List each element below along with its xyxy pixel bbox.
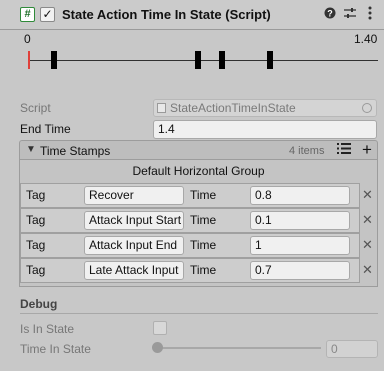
more-icon[interactable] [362, 6, 378, 24]
script-value: StateActionTimeInState [170, 101, 296, 115]
component-header[interactable]: # ✓ State Action Time In State (Script) … [0, 0, 384, 30]
tag-label: Tag [26, 263, 46, 277]
timeline-marker[interactable] [195, 51, 201, 69]
time-stamps-title: Time Stamps [40, 144, 111, 158]
enabled-checkbox[interactable]: ✓ [40, 7, 55, 22]
time-label: Time [190, 238, 217, 252]
time-label: Time [190, 263, 217, 277]
list-item: Tag Late Attack Input Time 0.7 ✕ [20, 258, 377, 283]
script-field[interactable]: StateActionTimeInState [153, 99, 377, 117]
time-in-state-label: Time In State [20, 342, 91, 356]
end-time-input[interactable]: 1.4 [153, 120, 377, 139]
time-in-state-slider-thumb [152, 342, 163, 353]
tag-input[interactable]: Late Attack Input [84, 261, 184, 280]
timeline-start-marker [28, 51, 30, 69]
remove-item-icon[interactable]: ✕ [362, 187, 373, 203]
add-item-icon[interactable]: + [358, 141, 376, 159]
list-item: Tag Attack Input End Time 1 ✕ [20, 233, 377, 258]
timeline-marker[interactable] [51, 51, 57, 69]
tag-label: Tag [26, 213, 46, 227]
remove-item-icon[interactable]: ✕ [362, 262, 373, 278]
timeline-end-label: 1.40 [354, 32, 378, 46]
time-stamps-header[interactable]: ▼ Time Stamps 4 items + [19, 140, 378, 160]
timeline-marker[interactable] [267, 51, 273, 69]
tag-input[interactable]: Recover [84, 186, 184, 205]
tag-label: Tag [26, 188, 46, 202]
help-icon[interactable]: ? [322, 6, 338, 24]
foldout-arrow-icon[interactable]: ▼ [26, 144, 36, 155]
divider [20, 313, 378, 314]
tag-input[interactable]: Attack Input End [84, 236, 184, 255]
is-in-state-label: Is In State [20, 322, 75, 336]
remove-item-icon[interactable]: ✕ [362, 237, 373, 253]
group-title: Default Horizontal Group [132, 164, 265, 178]
script-label: Script [20, 101, 51, 115]
script-file-icon [157, 103, 166, 113]
tag-input[interactable]: Attack Input Start [84, 211, 184, 230]
component-title: State Action Time In State (Script) [62, 7, 271, 22]
is-in-state-checkbox [153, 321, 167, 335]
tag-label: Tag [26, 238, 46, 252]
object-picker-icon[interactable] [362, 103, 372, 113]
time-in-state-slider-track [157, 347, 321, 349]
end-time-label: End Time [20, 122, 71, 136]
list-item: Tag Attack Input Start Time 0.1 ✕ [20, 208, 377, 233]
time-stamps-count: 4 items [289, 145, 325, 157]
time-input[interactable]: 0.7 [250, 261, 350, 280]
time-input[interactable]: 1 [250, 236, 350, 255]
time-label: Time [190, 213, 217, 227]
debug-section-title: Debug [20, 297, 58, 311]
list-item: Tag Recover Time 0.8 ✕ [20, 183, 377, 208]
timeline-start-label: 0 [24, 32, 31, 46]
list-menu-icon[interactable] [336, 143, 352, 157]
script-icon: # [20, 7, 35, 22]
timeline-track [30, 60, 378, 61]
timeline-marker[interactable] [219, 51, 225, 69]
time-stamps-list: Default Horizontal Group Tag Recover Tim… [19, 160, 378, 287]
time-in-state-value: 0 [326, 340, 378, 358]
presets-icon[interactable] [342, 6, 358, 24]
remove-item-icon[interactable]: ✕ [362, 212, 373, 228]
time-input[interactable]: 0.1 [250, 211, 350, 230]
time-input[interactable]: 0.8 [250, 186, 350, 205]
svg-text:?: ? [327, 9, 333, 19]
time-label: Time [190, 188, 217, 202]
